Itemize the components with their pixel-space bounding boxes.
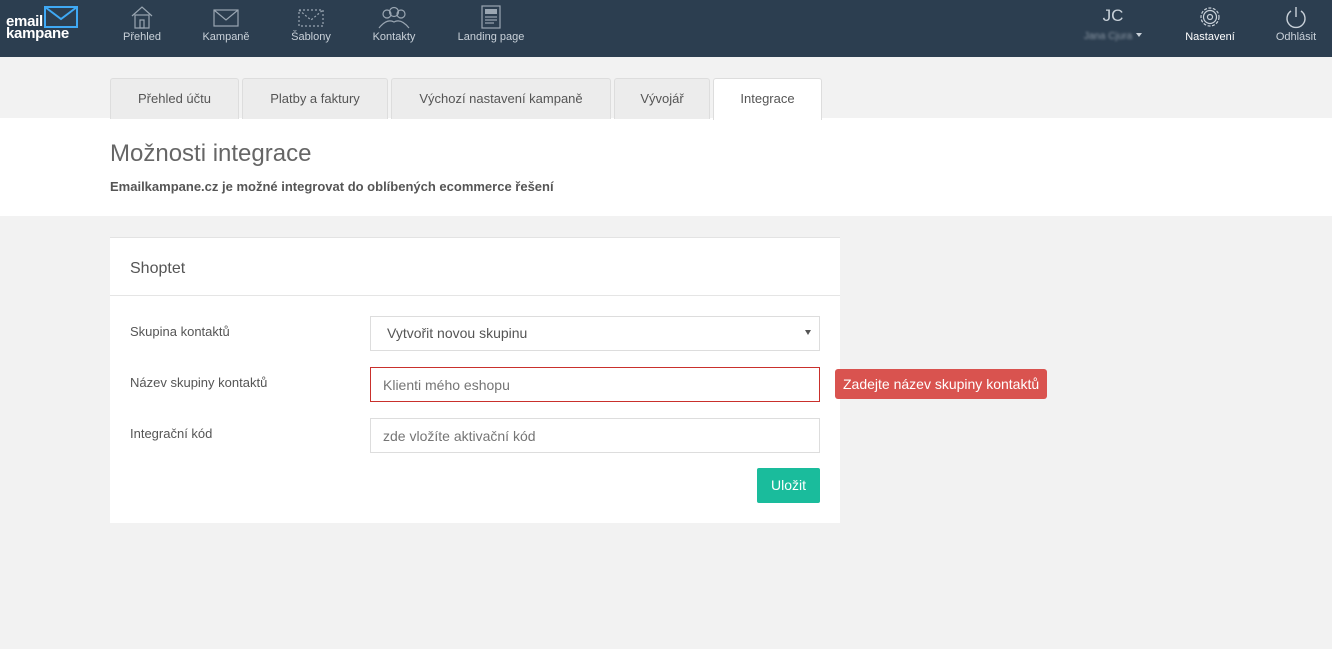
tab-integrace[interactable]: Integrace bbox=[713, 78, 822, 120]
user-menu[interactable]: JC Jana Cjura bbox=[1078, 6, 1148, 44]
nav-label: Přehled bbox=[123, 31, 161, 43]
user-initials: JC bbox=[1102, 6, 1124, 25]
landing-page-icon bbox=[481, 5, 501, 29]
top-navbar: email kampane Přehled Kampaně Šablony Ko… bbox=[0, 0, 1332, 57]
nav-landing-page[interactable]: Landing page bbox=[452, 4, 530, 54]
save-button[interactable]: Uložit bbox=[757, 468, 820, 503]
nav-sablony[interactable]: Šablony bbox=[286, 4, 336, 54]
error-tooltip: Zadejte název skupiny kontaktů bbox=[835, 369, 1048, 399]
page-header: Možnosti integrace Emailkampane.cz je mo… bbox=[0, 118, 1332, 216]
nav-label: Šablony bbox=[291, 31, 331, 43]
brand-logo[interactable]: email kampane bbox=[6, 6, 78, 42]
card-title: Shoptet bbox=[130, 260, 186, 277]
group-name-input[interactable] bbox=[370, 367, 820, 402]
group-select-value: Vytvořit novou skupinu bbox=[387, 325, 528, 341]
nav-label: Kontakty bbox=[372, 31, 416, 43]
nav-nastaveni[interactable]: Nastavení bbox=[1180, 4, 1240, 54]
tab-vyvojar[interactable]: Vývojář bbox=[614, 78, 710, 119]
chevron-down-icon bbox=[805, 330, 811, 335]
group-select[interactable]: Vytvořit novou skupinu bbox=[370, 316, 820, 351]
power-icon bbox=[1286, 7, 1306, 29]
nav-odhlasit[interactable]: Odhlásit bbox=[1270, 4, 1322, 54]
contacts-icon bbox=[378, 6, 410, 29]
code-label: Integrační kód bbox=[130, 426, 213, 441]
card-divider bbox=[110, 295, 840, 296]
group-name-label: Název skupiny kontaktů bbox=[130, 375, 268, 390]
template-icon bbox=[298, 9, 324, 27]
nav-kontakty[interactable]: Kontakty bbox=[368, 4, 420, 54]
page-title: Možnosti integrace bbox=[110, 140, 312, 167]
nav-label: Kampaně bbox=[202, 31, 250, 43]
gear-icon bbox=[1200, 7, 1220, 27]
tab-platby[interactable]: Platby a faktury bbox=[242, 78, 388, 119]
user-name: Jana Cjura bbox=[1083, 31, 1133, 42]
page-subtitle: Emailkampane.cz je možné integrovat do o… bbox=[110, 179, 554, 194]
home-icon bbox=[131, 6, 153, 29]
nav-label: Nastavení bbox=[1185, 31, 1235, 43]
group-label: Skupina kontaktů bbox=[130, 324, 230, 339]
integration-code-input[interactable] bbox=[370, 418, 820, 453]
brand-line2: kampane bbox=[6, 25, 69, 42]
envelope-icon bbox=[44, 6, 78, 28]
caret-down-icon bbox=[1136, 32, 1143, 37]
tab-prehled-uctu[interactable]: Přehled účtu bbox=[110, 78, 239, 119]
tab-vychozi-nastaveni[interactable]: Výchozí nastavení kampaně bbox=[391, 78, 611, 119]
nav-kampane[interactable]: Kampaně bbox=[198, 4, 254, 54]
nav-label: Landing page bbox=[457, 31, 525, 43]
nav-label: Odhlásit bbox=[1275, 31, 1317, 43]
nav-prehled[interactable]: Přehled bbox=[116, 4, 168, 54]
envelope-icon bbox=[213, 9, 239, 27]
shoptet-card: Shoptet Skupina kontaktů Vytvořit novou … bbox=[110, 237, 840, 523]
